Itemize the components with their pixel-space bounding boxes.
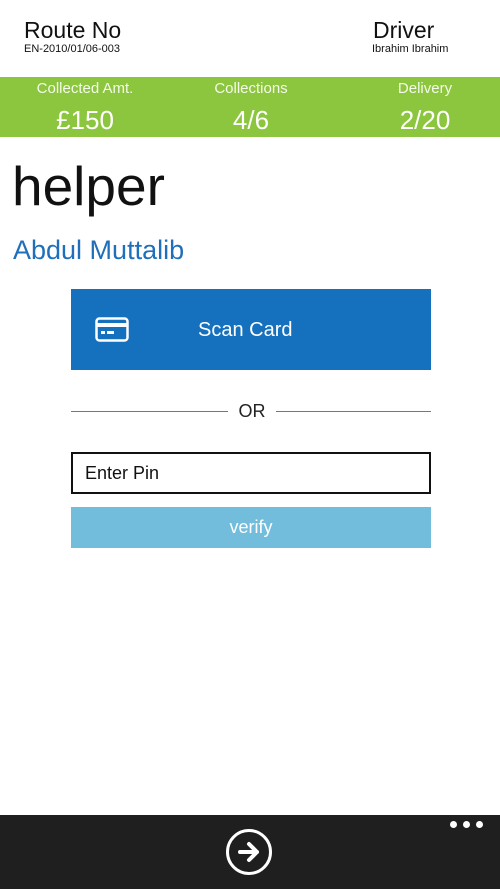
delivery-value: 2/20 [399, 105, 451, 135]
more-icon [463, 821, 470, 828]
driver-title: Driver [373, 17, 435, 43]
delivery-stat: Delivery 2/20 [372, 77, 478, 137]
helper-name: Abdul Muttalib [13, 235, 185, 265]
verify-button[interactable]: verify [71, 507, 431, 548]
card-icon [95, 317, 129, 342]
or-label: OR [238, 401, 266, 421]
pin-input[interactable] [71, 452, 431, 494]
scan-card-label: Scan Card [198, 319, 293, 341]
more-icon [476, 821, 483, 828]
app-bar [0, 815, 500, 889]
driver-name: Ibrahim Ibrahim [372, 43, 449, 55]
collections-stat: Collections 4/6 [185, 77, 317, 137]
more-icon [450, 821, 457, 828]
delivery-label: Delivery [397, 80, 453, 97]
route-number: EN-2010/01/06-003 [24, 43, 121, 55]
arrow-right-icon [238, 842, 259, 862]
divider-left [71, 411, 228, 412]
collections-value: 4/6 [232, 105, 270, 135]
page-title: helper [12, 155, 165, 217]
more-button[interactable] [444, 818, 490, 838]
divider-right [276, 411, 431, 412]
next-button[interactable] [226, 829, 272, 875]
header: Route No EN-2010/01/06-003 Driver Ibrahi… [0, 0, 500, 77]
collected-amount-label: Collected Amt. [36, 80, 134, 97]
route-title: Route No [24, 17, 122, 43]
collected-amount-value: £150 [56, 105, 114, 135]
collected-amount-stat: Collected Amt. £150 [16, 77, 154, 137]
stats-bar: Collected Amt. £150 Collections 4/6 Deli… [0, 77, 500, 137]
collections-label: Collections [214, 80, 288, 97]
scan-card-button[interactable]: Scan Card [71, 289, 431, 370]
